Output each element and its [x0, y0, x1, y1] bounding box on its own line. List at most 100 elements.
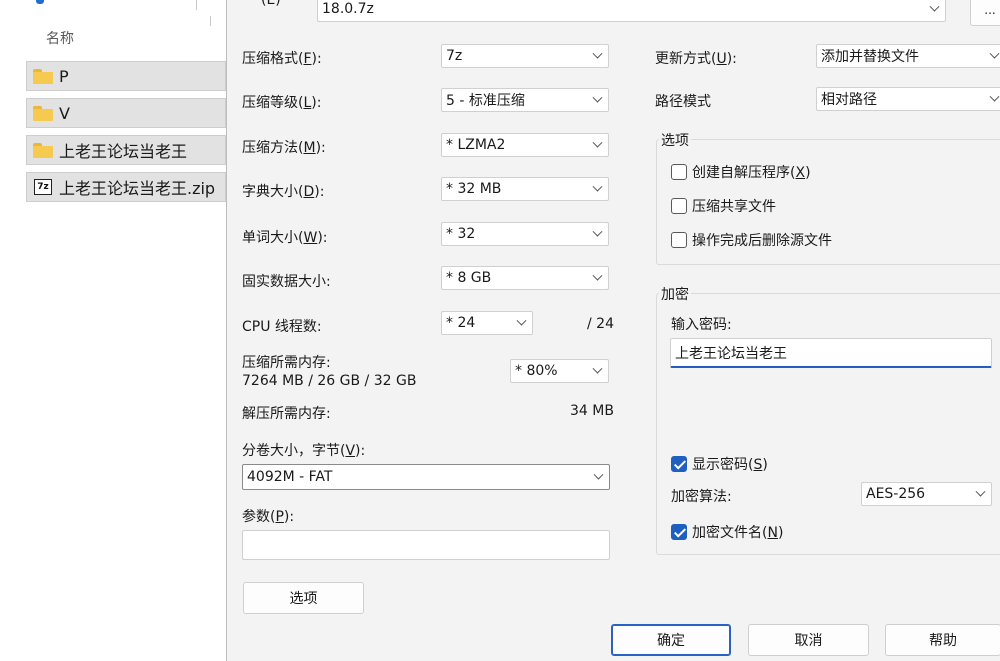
delete-after-label: 操作完成后删除源文件: [692, 233, 832, 249]
solid-block-select[interactable]: * 8 GB: [441, 266, 609, 290]
chevron-down-icon: [510, 312, 532, 334]
encrypt-names-label: 加密文件名(N): [692, 525, 784, 541]
list-item-folder-v[interactable]: V: [26, 98, 226, 128]
sfx-checkbox-row[interactable]: 创建自解压程序(X): [671, 162, 811, 182]
encryption-group-title: 加密: [659, 284, 691, 304]
cpu-threads-max: / 24: [587, 316, 614, 332]
sfx-label: 创建自解压程序(X): [692, 165, 811, 181]
word-size-label: 单词大小(W):: [242, 230, 328, 246]
archive-name-combo[interactable]: 18.0.7z: [317, 0, 946, 22]
column-header-name[interactable]: 名称: [46, 28, 74, 48]
word-size-select[interactable]: * 32: [441, 222, 609, 246]
encryption-method-label: 加密算法:: [671, 489, 732, 505]
cpu-threads-label: CPU 线程数:: [242, 319, 322, 335]
shared-files-checkbox-row[interactable]: 压缩共享文件: [671, 196, 776, 216]
path-mode-label: 路径模式: [655, 94, 711, 110]
chevron-down-icon: [586, 223, 608, 245]
list-item-folder-laowang[interactable]: 上老王论坛当老王: [26, 135, 226, 165]
chevron-down-icon: [586, 360, 608, 382]
show-password-checkbox-row[interactable]: 显示密码(S): [671, 454, 768, 474]
options-group-title: 选项: [659, 130, 691, 150]
options-button[interactable]: 选项: [243, 582, 364, 614]
show-password-label: 显示密码(S): [692, 457, 768, 473]
cpu-threads-value: * 24: [446, 315, 476, 331]
browse-button[interactable]: ...: [970, 0, 1000, 26]
method-label: 压缩方法(M):: [242, 140, 326, 156]
explorer-toolbar-strip: [0, 0, 226, 14]
memory-usage-select[interactable]: * 80%: [510, 359, 609, 383]
shared-files-checkbox[interactable]: [671, 198, 687, 214]
chevron-down-icon: [983, 88, 1000, 110]
list-item-label: V: [59, 103, 70, 123]
folder-icon: [33, 68, 53, 84]
chevron-down-icon: [587, 465, 609, 489]
method-value: * LZMA2: [446, 137, 506, 153]
archive-name-value: 18.0.7z: [322, 1, 374, 17]
word-size-value: * 32: [446, 226, 476, 242]
dictionary-label: 字典大小(D):: [242, 184, 325, 200]
encryption-method-value: AES-256: [866, 486, 926, 502]
path-mode-value: 相对路径: [821, 92, 877, 108]
show-password-checkbox[interactable]: [671, 456, 687, 472]
cpu-threads-select[interactable]: * 24: [441, 311, 533, 335]
volume-size-value: 4092M - FAT: [247, 469, 333, 485]
list-item-label: 上老王论坛当老王.zip: [59, 179, 216, 198]
format-label: 压缩格式(F):: [242, 51, 322, 67]
decompress-memory-value: 34 MB: [570, 403, 614, 419]
level-value: 5 - 标准压缩: [446, 93, 525, 109]
dictionary-select[interactable]: * 32 MB: [441, 177, 609, 201]
cancel-button[interactable]: 取消: [748, 624, 869, 656]
compress-memory-label: 压缩所需内存:: [242, 355, 331, 371]
format-value: 7z: [446, 48, 463, 64]
list-item-folder-p[interactable]: P: [26, 61, 226, 91]
encrypt-names-checkbox[interactable]: [671, 524, 687, 540]
update-mode-label: 更新方式(U):: [655, 51, 737, 67]
toolbar-divider: [196, 0, 197, 10]
level-label: 压缩等级(L):: [242, 95, 322, 111]
folder-icon: [33, 142, 53, 158]
password-input[interactable]: 上老王论坛当老王: [670, 338, 992, 368]
chevron-down-icon: [983, 45, 1000, 67]
archive-label: (E): [261, 0, 281, 8]
parameters-label: 参数(P):: [242, 509, 295, 525]
folder-icon: [33, 105, 53, 121]
encrypt-names-checkbox-row[interactable]: 加密文件名(N): [671, 522, 783, 542]
chevron-down-icon[interactable]: [923, 0, 945, 21]
7z-archive-icon: 7z: [34, 179, 52, 195]
update-mode-select[interactable]: 添加并替换文件: [816, 44, 1000, 68]
list-item-label: P: [59, 66, 69, 86]
update-mode-value: 添加并替换文件: [821, 49, 919, 65]
chevron-down-icon: [586, 134, 608, 156]
encryption-method-select[interactable]: AES-256: [861, 482, 992, 506]
password-label: 输入密码:: [671, 317, 732, 333]
delete-after-checkbox[interactable]: [671, 232, 687, 248]
sfx-checkbox[interactable]: [671, 164, 687, 180]
delete-after-checkbox-row[interactable]: 操作完成后删除源文件: [671, 230, 832, 250]
path-mode-select[interactable]: 相对路径: [816, 87, 1000, 111]
list-item-zip-laowang[interactable]: 7z 上老王论坛当老王.zip: [26, 172, 226, 202]
dictionary-value: * 32 MB: [446, 181, 502, 197]
solid-block-value: * 8 GB: [446, 270, 492, 286]
chevron-down-icon: [969, 483, 991, 505]
chevron-down-icon: [586, 178, 608, 200]
list-item-label: 上老王论坛当老王: [59, 142, 188, 161]
memory-usage-value: * 80%: [515, 363, 558, 379]
method-select[interactable]: * LZMA2: [441, 133, 609, 157]
compress-memory-detail: 7264 MB / 26 GB / 32 GB: [242, 373, 417, 389]
solid-block-label: 固实数据大小:: [242, 274, 331, 290]
chevron-down-icon: [586, 45, 608, 67]
shared-files-label: 压缩共享文件: [692, 199, 776, 215]
ok-button[interactable]: 确定: [611, 624, 731, 656]
parameters-input[interactable]: [242, 530, 610, 560]
format-select[interactable]: 7z: [441, 44, 609, 68]
volume-size-label: 分卷大小，字节(V):: [242, 443, 366, 459]
volume-size-combo[interactable]: 4092M - FAT: [242, 464, 610, 490]
chevron-down-icon: [586, 267, 608, 289]
chevron-down-icon: [586, 89, 608, 111]
add-to-archive-dialog: (E) 18.0.7z ... 压缩格式(F): 7z 压缩等级(L): 5 -…: [226, 0, 1000, 661]
decompress-memory-label: 解压所需内存:: [242, 406, 331, 422]
file-explorer-window: 名称 P V 上老王论坛当老王 7z 上老王论坛当老王.zip: [0, 0, 226, 661]
level-select[interactable]: 5 - 标准压缩: [441, 88, 609, 112]
help-button[interactable]: 帮助: [885, 624, 1000, 656]
explorer-nav-icon[interactable]: [36, 0, 44, 4]
